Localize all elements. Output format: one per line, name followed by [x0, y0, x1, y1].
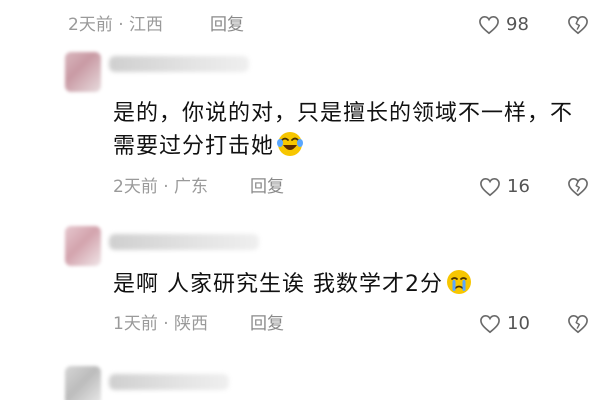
username-blurred [109, 374, 229, 390]
comment-header [65, 226, 265, 266]
comment-meta-row: 2天前 · 江西 回复 98 [0, 10, 600, 40]
comment-meta-row: 1天前 · 陕西 回复 10 [0, 309, 600, 339]
like-count: 10 [507, 313, 530, 334]
avatar[interactable] [65, 226, 101, 266]
comment-time-location: 1天前 · 陕西 [113, 314, 209, 334]
comment-header [65, 366, 265, 400]
comment-text: 是啊 人家研究生诶 我数学才2分 [113, 268, 583, 301]
comment-text: 是的，你说的对，只是擅长的领域不一样，不需要过分打击她 [113, 98, 583, 163]
dislike-button[interactable] [567, 172, 589, 202]
broken-heart-icon [567, 177, 589, 197]
dislike-button[interactable] [567, 10, 589, 40]
avatar[interactable] [65, 52, 101, 92]
username-blurred [109, 234, 259, 250]
reply-button[interactable]: 回复 [210, 10, 244, 40]
like-count: 98 [506, 14, 529, 35]
heart-outline-icon [479, 314, 501, 334]
laughing-crying-emoji-icon [276, 130, 304, 158]
like-button[interactable]: 10 [479, 309, 530, 339]
dislike-button[interactable] [567, 309, 589, 339]
broken-heart-icon [567, 15, 589, 35]
comment-time-location: 2天前 · 广东 [113, 177, 209, 197]
comment-text-content: 是的，你说的对，只是擅长的领域不一样，不需要过分打击她 [113, 101, 574, 159]
comment-header [65, 52, 265, 92]
like-button[interactable]: 98 [478, 10, 529, 40]
heart-outline-icon [479, 177, 501, 197]
comment-time-location: 2天前 · 江西 [68, 15, 164, 35]
reply-button[interactable]: 回复 [250, 172, 284, 202]
username-blurred [109, 56, 249, 72]
avatar[interactable] [65, 366, 101, 400]
like-button[interactable]: 16 [479, 172, 530, 202]
comment-meta-row: 2天前 · 广东 回复 16 [0, 172, 600, 202]
heart-outline-icon [478, 15, 500, 35]
comments-screen: 2天前 · 江西 回复 98 是的，你说的对，只是擅长的领域不一样，不需要过分打… [0, 0, 600, 400]
crying-emoji-icon [445, 268, 473, 296]
reply-button[interactable]: 回复 [250, 309, 284, 339]
comment-text-content: 是啊 人家研究生诶 我数学才2分 [113, 272, 443, 297]
broken-heart-icon [567, 314, 589, 334]
like-count: 16 [507, 176, 530, 197]
